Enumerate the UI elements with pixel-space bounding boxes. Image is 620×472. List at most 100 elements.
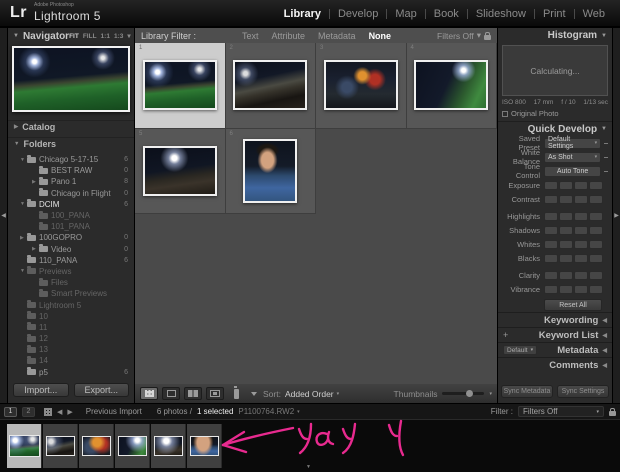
disclosure-triangle-icon[interactable]: ▶ — [20, 235, 27, 241]
main-window-button[interactable]: 1 — [4, 406, 17, 417]
decrease-button[interactable] — [559, 225, 573, 235]
grid-cell[interactable]: 4 — [406, 43, 497, 129]
go-back-icon[interactable]: ◀ — [57, 408, 62, 416]
increase-button[interactable] — [574, 284, 588, 294]
sort-order-dropdown[interactable]: Added Order ▾ — [285, 389, 339, 399]
folder-row[interactable]: 11 — [8, 322, 134, 333]
filmstrip-thumb[interactable] — [79, 424, 114, 468]
keyword-list-header[interactable]: + Keyword List ◀ — [498, 327, 612, 342]
decrease-button[interactable] — [559, 194, 573, 204]
painter-spray-icon[interactable] — [234, 385, 239, 399]
decrease-large-button[interactable] — [544, 211, 558, 221]
module-book[interactable]: Book — [426, 8, 467, 20]
zoom-ratio-option[interactable]: 1:3 — [114, 33, 123, 40]
grid-cell-selected[interactable]: 1 — [135, 43, 226, 129]
filmstrip-thumb[interactable] — [151, 424, 186, 468]
decrease-button[interactable] — [559, 270, 573, 280]
folder-row[interactable]: Lightroom 5 — [8, 299, 134, 310]
decrease-button[interactable] — [559, 180, 573, 190]
comments-header[interactable]: Comments ◀ — [498, 357, 612, 372]
right-panel-collapse-strip[interactable]: ▶ — [613, 28, 620, 403]
decrease-large-button[interactable] — [544, 239, 558, 249]
increase-button[interactable] — [574, 194, 588, 204]
disclosure-triangle-icon[interactable]: ▶ — [32, 246, 39, 252]
increase-large-button[interactable] — [589, 194, 603, 204]
module-develop[interactable]: Develop — [330, 8, 386, 20]
decrease-button[interactable] — [559, 253, 573, 263]
sync-metadata-button[interactable]: Sync Metadata — [501, 385, 553, 398]
folder-row[interactable]: ▶ 100GOPRO 0 — [8, 232, 134, 243]
grid-cell[interactable]: 2 — [225, 43, 316, 129]
photo-thumbnail-portrait-girl[interactable] — [243, 138, 298, 203]
folder-row[interactable]: 14 — [8, 355, 134, 366]
folder-row[interactable]: ▶ Pano 1 8 — [8, 176, 134, 187]
original-photo-checkbox[interactable] — [502, 110, 508, 117]
grid-shortcut-icon[interactable] — [44, 407, 52, 416]
folder-row[interactable]: 110_PANA 6 — [8, 255, 134, 266]
increase-large-button[interactable] — [589, 253, 603, 263]
toolbar-options-icon[interactable]: ▾ — [489, 391, 492, 397]
photo-thumbnail-stadium-stands[interactable] — [233, 60, 308, 111]
panel-switch[interactable] — [604, 156, 608, 158]
auto-tone-button[interactable]: Auto Tone — [544, 165, 602, 177]
catalog-panel-header[interactable]: ▶ Catalog — [8, 120, 134, 133]
filename-dropdown[interactable]: P1100764.RW2 ▾ — [238, 407, 299, 416]
filter-tab-metadata[interactable]: Metadata — [318, 31, 356, 41]
thumbnail-size-slider[interactable] — [442, 390, 485, 397]
increase-large-button[interactable] — [589, 180, 603, 190]
folder-row[interactable]: ▶ Video 0 — [8, 244, 134, 255]
increase-button[interactable] — [574, 180, 588, 190]
increase-large-button[interactable] — [589, 211, 603, 221]
module-print[interactable]: Print — [535, 8, 574, 20]
increase-large-button[interactable] — [589, 225, 603, 235]
folder-row[interactable]: 100_PANA — [8, 210, 134, 221]
photo-thumbnail-stadium-field[interactable] — [142, 60, 217, 111]
decrease-large-button[interactable] — [544, 253, 558, 263]
navigator-preview-image[interactable] — [12, 46, 130, 112]
folder-row[interactable]: Smart Previews — [8, 288, 134, 299]
module-library[interactable]: Library — [276, 8, 329, 20]
folder-row[interactable]: 13 — [8, 344, 134, 355]
module-map[interactable]: Map — [387, 8, 424, 20]
filmstrip-resize-grip-icon[interactable]: ▼ — [306, 464, 311, 470]
filmstrip-thumb-selected[interactable] — [7, 424, 42, 468]
folder-row-selected[interactable]: ▼ DCIM 6 — [8, 199, 134, 210]
grid-cell[interactable]: 5 — [135, 128, 226, 214]
folder-row[interactable]: Files — [8, 277, 134, 288]
disclosure-triangle-icon[interactable]: ▼ — [20, 268, 27, 274]
white-balance-dropdown[interactable]: As Shot ▾ — [544, 151, 602, 163]
module-slideshow[interactable]: Slideshow — [468, 8, 534, 20]
filter-tab-text[interactable]: Text — [242, 31, 259, 41]
grid-view-button[interactable] — [140, 387, 158, 400]
folder-row[interactable]: BEST RAW 0 — [8, 165, 134, 176]
navigator-header[interactable]: ▼ Navigator FIT FILL 1:1 1:3 ▾ — [8, 28, 134, 44]
source-name[interactable]: Previous Import — [86, 407, 142, 416]
increase-button[interactable] — [574, 225, 588, 235]
left-panel-collapse-strip[interactable]: ◀ — [0, 28, 7, 403]
survey-view-button[interactable] — [206, 387, 224, 400]
decrease-large-button[interactable] — [544, 225, 558, 235]
decrease-button[interactable] — [559, 284, 573, 294]
decrease-button[interactable] — [559, 239, 573, 249]
second-window-button[interactable]: 2 — [22, 406, 35, 417]
photo-thumbnail-crowd-night[interactable] — [142, 145, 217, 196]
loupe-view-button[interactable] — [162, 387, 180, 400]
filmstrip-filter-dropdown[interactable]: Filters Off ▾ — [518, 406, 604, 417]
increase-large-button[interactable] — [589, 239, 603, 249]
grid-cell[interactable]: 3 — [316, 43, 407, 129]
folder-row[interactable]: p5 6 — [8, 367, 134, 378]
decrease-large-button[interactable] — [544, 180, 558, 190]
compare-view-button[interactable] — [184, 387, 202, 400]
sort-direction-icon[interactable] — [251, 391, 257, 396]
filter-preset-dropdown[interactable]: Filters Off ▾ — [437, 30, 491, 41]
filter-tab-none[interactable]: None — [369, 31, 392, 41]
import-button[interactable]: Import... — [13, 383, 69, 397]
decrease-large-button[interactable] — [544, 284, 558, 294]
increase-button[interactable] — [574, 253, 588, 263]
metadata-preset-dropdown[interactable]: Default ▾ — [503, 345, 538, 355]
decrease-large-button[interactable] — [544, 194, 558, 204]
decrease-large-button[interactable] — [544, 270, 558, 280]
increase-button[interactable] — [574, 211, 588, 221]
folder-row[interactable]: Chicago in Flight 0 — [8, 188, 134, 199]
zoom-ratio-dropdown-icon[interactable]: ▾ — [127, 32, 130, 40]
